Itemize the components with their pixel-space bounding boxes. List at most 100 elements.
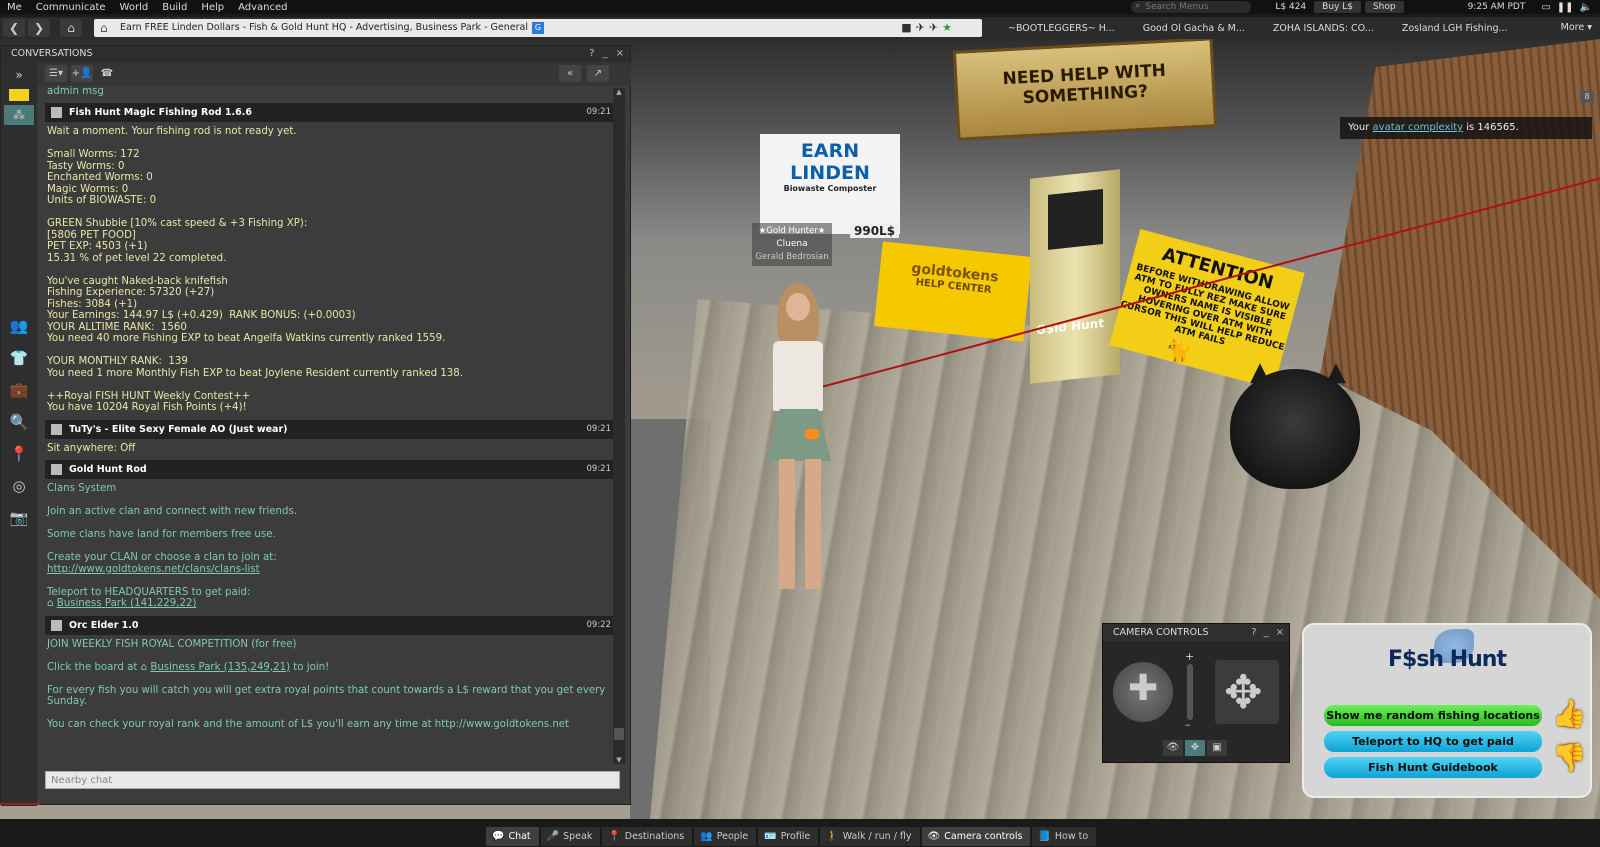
random-fishing-locations-button[interactable]: Show me random fishing locations bbox=[1324, 705, 1542, 726]
chat-scrollbar[interactable]: ▲ ▼ bbox=[613, 88, 625, 764]
guidebook-button[interactable]: Fish Hunt Guidebook bbox=[1324, 757, 1542, 778]
need-help-sign[interactable]: NEED HELP WITH SOMETHING? bbox=[952, 39, 1218, 141]
message-header[interactable]: Gold Hunt Rod 09:21 bbox=[45, 460, 617, 479]
destinations-button[interactable]: 📍 Destinations bbox=[602, 827, 693, 846]
minimize-button[interactable]: _ bbox=[603, 46, 608, 62]
clans-list-link[interactable]: http://www.goldtokens.net/clans/clans-li… bbox=[47, 564, 260, 575]
favorite-item[interactable]: Good Ol Gacha & M... bbox=[1143, 23, 1245, 34]
home-button[interactable]: ⌂ bbox=[60, 19, 82, 37]
linden-balance[interactable]: L$ 424 bbox=[1275, 2, 1306, 12]
favorite-item[interactable]: ZOHA ISLANDS: CO... bbox=[1273, 23, 1374, 34]
places-tool-button[interactable]: 📍 bbox=[4, 440, 34, 468]
notification-count-badge[interactable]: 8 bbox=[1580, 91, 1594, 103]
shop-button[interactable]: Shop bbox=[1364, 1, 1404, 13]
slurl-link[interactable]: Business Park (141,229,22) bbox=[57, 598, 197, 609]
favorite-star-icon[interactable]: ★ bbox=[942, 19, 952, 37]
speak-button[interactable]: 🎤 Speak bbox=[540, 827, 601, 846]
teleport-hq-button[interactable]: Teleport to HQ to get paid bbox=[1324, 731, 1542, 752]
menu-advanced[interactable]: Advanced bbox=[231, 2, 294, 13]
close-button[interactable]: × bbox=[616, 46, 624, 62]
no-build-icon[interactable]: ■ bbox=[901, 19, 911, 37]
message-header[interactable]: Fish Hunt Magic Fishing Rod 1.6.6 09:21 bbox=[45, 103, 617, 122]
forward-button[interactable]: ❯ bbox=[28, 19, 50, 37]
avatar-complexity-link[interactable]: avatar complexity bbox=[1373, 122, 1464, 133]
zoom-in-icon[interactable]: + bbox=[1185, 650, 1194, 663]
chat-button[interactable]: 💬 Chat bbox=[486, 827, 539, 846]
slurl-link[interactable]: Business Park (135,249,21) bbox=[150, 662, 290, 673]
help-button[interactable]: ? bbox=[1251, 624, 1256, 641]
goldtokens-help-sign[interactable]: goldtokens HELP CENTER bbox=[873, 241, 1033, 342]
menu-help[interactable]: Help bbox=[194, 2, 231, 13]
complexity-value: is 146565. bbox=[1466, 122, 1519, 133]
back-button[interactable]: ❮ bbox=[3, 19, 25, 37]
call-button[interactable]: ☎ bbox=[99, 65, 115, 82]
camera-zoom-slider[interactable] bbox=[1187, 664, 1193, 720]
favorites-more-button[interactable]: More ▾ bbox=[1561, 17, 1592, 39]
snapshot-tool-button[interactable]: 📷 bbox=[4, 504, 34, 532]
volume-icon[interactable]: 🔈 bbox=[1580, 2, 1592, 13]
camera-controls-title-bar[interactable]: CAMERA CONTROLS ? _ × bbox=[1103, 624, 1289, 641]
close-button[interactable]: × bbox=[1276, 624, 1284, 641]
conversations-title-bar[interactable]: CONVERSATIONS ? _ × bbox=[1, 46, 630, 62]
appearance-tool-button[interactable]: 👕 bbox=[4, 344, 34, 372]
message-header[interactable]: Orc Elder 1.0 09:22 bbox=[45, 615, 617, 635]
camera-orbit-joystick[interactable] bbox=[1113, 662, 1173, 722]
people-tool-button[interactable]: 👥 bbox=[4, 312, 34, 340]
people-button[interactable]: 👥 People bbox=[694, 827, 757, 846]
mouselook-button[interactable]: ▣ bbox=[1207, 740, 1227, 756]
camera-presets-button[interactable]: ✥ bbox=[1185, 740, 1205, 756]
nearby-chat-input[interactable]: Nearby chat bbox=[45, 771, 620, 789]
options-menu-button[interactable]: ☰▾ bbox=[45, 65, 67, 82]
no-script-icon[interactable]: ✈ bbox=[929, 19, 938, 37]
thumbs-down-icon[interactable]: 👎 bbox=[1552, 741, 1587, 774]
suitcase-icon: 💼 bbox=[9, 381, 29, 399]
minimize-button[interactable]: _ bbox=[1264, 624, 1269, 641]
expand-collapse-button[interactable]: » bbox=[4, 65, 34, 85]
buy-linden-button[interactable]: Buy L$ bbox=[1314, 1, 1361, 13]
menu-communicate[interactable]: Communicate bbox=[29, 2, 113, 13]
video-camera-icon: ▣ bbox=[1212, 742, 1222, 753]
zoom-out-icon[interactable]: – bbox=[1185, 718, 1191, 731]
earn-linden-title: EARN LINDEN bbox=[790, 140, 870, 184]
inventory-tool-button[interactable]: 💼 bbox=[4, 376, 34, 404]
object-view-button[interactable]: 👁 bbox=[1163, 740, 1183, 756]
walk-run-fly-button[interactable]: 🚶 Walk / run / fly bbox=[820, 827, 920, 846]
menu-build[interactable]: Build bbox=[155, 2, 194, 13]
search-tool-button[interactable]: 🔍 bbox=[4, 408, 34, 436]
search-menus-input[interactable]: Search Menus bbox=[1131, 0, 1252, 13]
how-to-button[interactable]: 📘 How to bbox=[1032, 827, 1097, 846]
tear-off-button[interactable]: ↗ bbox=[587, 65, 609, 82]
menu-world[interactable]: World bbox=[113, 2, 156, 13]
camera-controls-button[interactable]: 👁 Camera controls bbox=[921, 827, 1031, 846]
group-notices-tab[interactable] bbox=[9, 89, 29, 101]
no-push-icon[interactable]: ✈ bbox=[916, 19, 925, 37]
gold-hunt-atm[interactable]: G$ld Hunt bbox=[1030, 169, 1120, 384]
black-cat-object[interactable] bbox=[1230, 369, 1360, 489]
profile-button[interactable]: 🪪 Profile bbox=[758, 827, 819, 846]
thumbs-up-icon[interactable]: 👍 bbox=[1552, 697, 1587, 730]
scroll-thumb[interactable] bbox=[614, 728, 624, 740]
scroll-down-arrow-icon[interactable]: ▼ bbox=[613, 756, 625, 764]
avatar[interactable] bbox=[755, 279, 845, 589]
menu-me[interactable]: Me bbox=[0, 2, 29, 13]
collapse-messages-button[interactable]: « bbox=[559, 65, 581, 82]
camera-pan-joystick[interactable] bbox=[1215, 660, 1279, 724]
microphone-icon: 🎤 bbox=[546, 831, 560, 842]
add-participant-button[interactable]: +👤 bbox=[71, 65, 93, 82]
favorite-item[interactable]: Zosland LGH Fishing... bbox=[1402, 23, 1508, 34]
scroll-up-arrow-icon[interactable]: ▲ bbox=[613, 88, 625, 96]
earn-linden-sign[interactable]: EARN LINDEN Biowaste Composter bbox=[760, 134, 900, 234]
map-pin-icon: 📍 bbox=[9, 445, 29, 463]
message-header[interactable]: TuTy's - Elite Sexy Female AO (Just wear… bbox=[45, 419, 617, 439]
location-info-icon[interactable]: ⌂ bbox=[100, 21, 108, 35]
nearby-chat-tab[interactable]: ⁂ bbox=[4, 105, 34, 125]
radar-tool-button[interactable]: ◎ bbox=[4, 472, 34, 500]
favorite-item[interactable]: ~BOOTLEGGERS~ H... bbox=[1008, 23, 1115, 34]
window-icon[interactable]: ▭ bbox=[1541, 2, 1550, 13]
avatar-name-tag: ★Gold Hunter★ Cluena Gerald Bedrosian bbox=[752, 223, 832, 266]
location-input[interactable]: ⌂ Earn FREE Linden Dollars - Fish & Gold… bbox=[94, 19, 982, 37]
help-button[interactable]: ? bbox=[589, 46, 594, 62]
chat-history[interactable]: admin msg Fish Hunt Magic Fishing Rod 1.… bbox=[45, 86, 617, 806]
pause-icon[interactable]: ❚❚ bbox=[1557, 2, 1574, 13]
chat-label: Chat bbox=[508, 831, 531, 842]
